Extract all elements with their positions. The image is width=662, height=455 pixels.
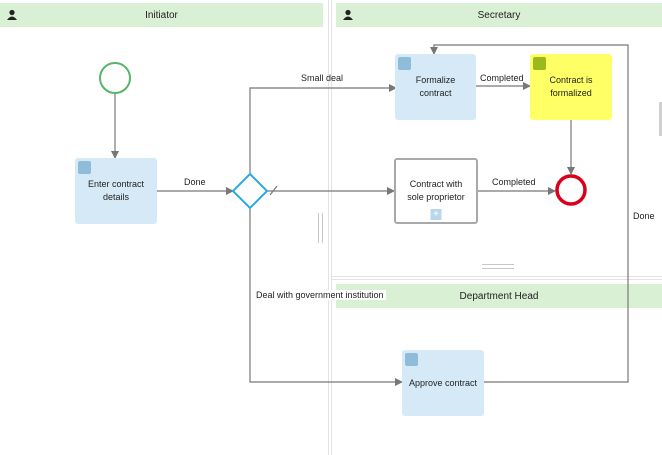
flow-label-done: Done <box>631 211 657 221</box>
task-label: Enter contract details <box>87 179 145 202</box>
task-label: Contract with sole proprietor <box>407 179 465 202</box>
flow-label-completed: Completed <box>480 73 524 83</box>
task-label: Formalize contract <box>415 75 456 98</box>
notification-icon <box>533 57 546 70</box>
flow-label-completed: Completed <box>492 177 536 187</box>
end-event <box>555 174 587 206</box>
flow-label-government: Deal with government institution <box>254 290 386 300</box>
user-task-icon <box>78 161 91 174</box>
task-approve-contract[interactable]: Approve contract <box>402 350 484 416</box>
flow-small-deal <box>249 84 397 174</box>
task-enter-contract-details[interactable]: Enter contract details <box>75 158 157 224</box>
task-label: Contract is formalized <box>549 75 593 98</box>
exclusive-gateway <box>231 172 269 210</box>
flow-label-small-deal: Small deal <box>301 73 344 83</box>
flow-label-done: Done <box>184 177 206 187</box>
user-task-icon <box>405 353 418 366</box>
task-contract-is-formalized[interactable]: Contract is formalized <box>530 54 612 120</box>
subprocess-contract-sole-proprietor[interactable]: Contract with sole proprietor + <box>394 158 478 224</box>
start-event <box>99 62 131 94</box>
user-task-icon <box>398 57 411 70</box>
expand-icon[interactable]: + <box>430 209 442 220</box>
task-formalize-contract[interactable]: Formalize contract <box>395 54 476 120</box>
task-label: Approve contract <box>408 377 478 388</box>
